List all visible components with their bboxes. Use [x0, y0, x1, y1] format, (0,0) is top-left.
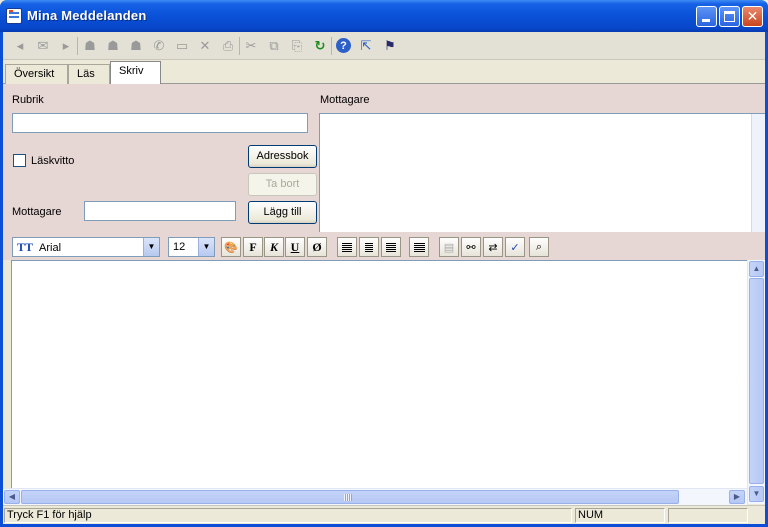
format-toolbar: TT Arial ▼ 12 ▼ 🎨 F K U Ø ▤ ⚯ ⇄ ✓ ⌕: [3, 232, 765, 260]
app-icon: [6, 8, 22, 24]
maximize-icon: [724, 11, 735, 22]
addressbook-button[interactable]: Adressbok: [248, 145, 317, 168]
editor-horizontal-scrollbar[interactable]: ◀ ▶: [3, 488, 747, 505]
preview-icon: ⌕: [535, 240, 543, 253]
replace-button[interactable]: ⇄: [483, 237, 503, 257]
move-icon[interactable]: ▭: [173, 37, 191, 55]
cut-icon[interactable]: ✂: [242, 37, 260, 55]
italic-button[interactable]: K: [264, 237, 284, 257]
strikethrough-button[interactable]: Ø: [307, 237, 327, 257]
binoculars-icon: ⚯: [466, 240, 476, 254]
client-area: ◂ ✉ ▸ ☗ ☗ ☗ ✆ ▭ ✕ ⎙ ✂ ⧉ ⎘ ↻ ? ⇱ ⚑ Översi…: [3, 32, 765, 524]
truetype-font-icon: TT: [17, 240, 34, 254]
spellcheck-button[interactable]: ✓: [505, 237, 525, 257]
chevron-down-icon[interactable]: ▼: [198, 238, 214, 256]
subject-label: Rubrik: [12, 94, 44, 106]
status-message: Tryck F1 för hjälp: [4, 508, 572, 523]
chevron-down-icon[interactable]: ▼: [143, 238, 159, 256]
toolbar-separator: [331, 37, 332, 55]
forward-mail-icon[interactable]: ☗: [127, 37, 145, 55]
scroll-grip-icon: [344, 494, 352, 501]
find-button[interactable]: ⚯: [461, 237, 481, 257]
compose-panel: Rubrik Mottagare Läskvitto Adressbok Ta …: [3, 84, 765, 254]
scroll-right-icon[interactable]: ▶: [729, 490, 745, 504]
read-receipt-checkbox[interactable]: [13, 154, 26, 167]
insert-object-icon: ▤: [443, 240, 455, 254]
insert-object-button[interactable]: ▤: [439, 237, 459, 257]
recipient-input[interactable]: [84, 201, 236, 221]
text-color-button[interactable]: 🎨: [221, 237, 241, 257]
paste-icon[interactable]: ⎘: [288, 37, 306, 55]
tab-skriv[interactable]: Skriv: [110, 61, 161, 85]
send-icon[interactable]: ⚑: [381, 37, 399, 55]
help-icon[interactable]: ?: [336, 38, 351, 53]
reply-all-icon[interactable]: ☗: [81, 37, 99, 55]
reply-icon[interactable]: ✉: [34, 37, 52, 55]
minimize-button[interactable]: [696, 6, 717, 27]
align-right-button[interactable]: [381, 237, 401, 257]
size-select-value: 12: [173, 241, 186, 253]
bold-button[interactable]: F: [243, 237, 263, 257]
size-select[interactable]: 12 ▼: [168, 237, 215, 257]
forward-icon[interactable]: ▸: [57, 37, 75, 55]
font-select[interactable]: TT Arial ▼: [12, 237, 160, 257]
status-pane-empty: [668, 508, 748, 523]
title-bar[interactable]: Mina Meddelanden ✕: [0, 0, 768, 32]
remove-button[interactable]: Ta bort: [248, 173, 317, 196]
scroll-left-icon[interactable]: ◀: [4, 490, 20, 504]
print-icon[interactable]: ⎙: [219, 37, 237, 55]
tab-strip: Översikt Läs Skriv: [3, 61, 765, 85]
align-center-icon: [365, 242, 373, 252]
align-left-button[interactable]: [337, 237, 357, 257]
close-button[interactable]: ✕: [742, 6, 763, 27]
recipient-input-label: Mottagare: [12, 206, 62, 218]
refresh-icon[interactable]: ↻: [311, 37, 329, 55]
align-right-icon: [386, 242, 396, 252]
app-window: Mina Meddelanden ✕ ◂ ✉ ▸ ☗ ☗ ☗ ✆ ▭ ✕ ⎙ ✂…: [0, 0, 768, 527]
main-toolbar: ◂ ✉ ▸ ☗ ☗ ☗ ✆ ▭ ✕ ⎙ ✂ ⧉ ⎘ ↻ ? ⇱ ⚑: [3, 32, 765, 60]
toolbar-separator: [77, 37, 78, 55]
preview-button[interactable]: ⌕: [529, 237, 549, 257]
add-button[interactable]: Lägg till: [248, 201, 317, 224]
editor-vertical-scrollbar[interactable]: ▲ ▼: [747, 260, 765, 504]
underline-button[interactable]: U: [285, 237, 305, 257]
status-bar: Tryck F1 för hjälp NUM: [3, 505, 765, 524]
spellcheck-icon: ✓: [510, 240, 520, 254]
recipients-label: Mottagare: [320, 94, 370, 106]
tab-las[interactable]: Läs: [68, 64, 110, 84]
horizontal-scroll-thumb[interactable]: [21, 490, 679, 504]
bullet-list-icon: [413, 242, 425, 252]
back-icon[interactable]: ◂: [11, 37, 29, 55]
tab-oversikt[interactable]: Översikt: [5, 64, 68, 84]
copy-icon[interactable]: ⧉: [265, 37, 283, 55]
toolbar-separator: [239, 37, 240, 55]
align-left-icon: [342, 242, 352, 252]
align-center-button[interactable]: [359, 237, 379, 257]
scroll-down-icon[interactable]: ▼: [749, 486, 764, 502]
scroll-up-icon[interactable]: ▲: [749, 261, 764, 277]
reply-sender-icon[interactable]: ☗: [104, 37, 122, 55]
vertical-scroll-thumb[interactable]: [749, 278, 764, 484]
context-help-icon[interactable]: ⇱: [357, 37, 375, 55]
num-lock-indicator: NUM: [575, 508, 665, 523]
message-editor[interactable]: [11, 260, 765, 504]
window-title: Mina Meddelanden: [27, 8, 147, 23]
read-receipt-label: Läskvitto: [31, 155, 75, 167]
font-select-value: Arial: [39, 242, 62, 254]
minimize-icon: [702, 19, 710, 22]
maximize-button[interactable]: [719, 6, 740, 27]
subject-input[interactable]: [12, 113, 308, 133]
replace-icon: ⇄: [488, 240, 498, 254]
mark-read-icon[interactable]: ✆: [150, 37, 168, 55]
delete-icon[interactable]: ✕: [196, 37, 214, 55]
bullet-list-button[interactable]: [409, 237, 429, 257]
